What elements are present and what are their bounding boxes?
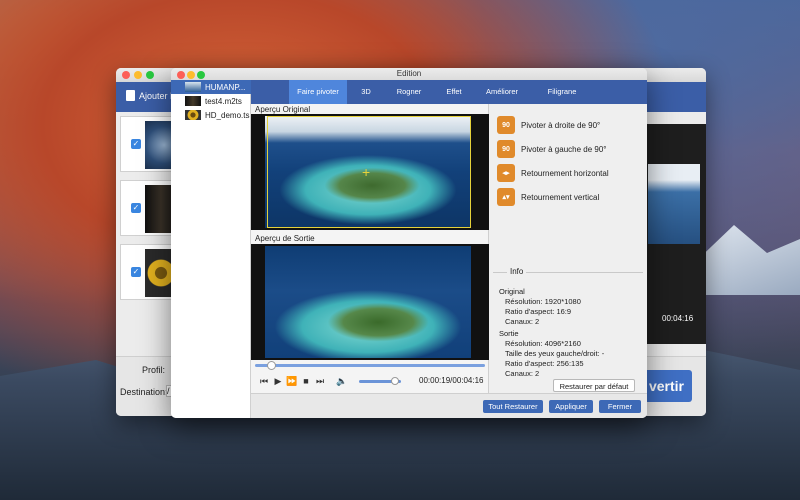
info-output-ratio: Ratio d'aspect: 256:135: [505, 359, 584, 368]
original-preview-label: Aperçu Original: [255, 105, 311, 114]
info-output-resolution: Résolution: 4096*2160: [505, 339, 581, 348]
rotate-left-90-icon: 90: [497, 140, 515, 158]
rotate-right-90-icon: 90: [497, 116, 515, 134]
info-original-channels: Canaux: 2: [505, 317, 540, 326]
skip-back-icon[interactable]: ⏮: [257, 376, 271, 387]
file-name: test4.m2ts: [205, 96, 242, 106]
rotate-right-button[interactable]: 90 Pivoter à droite de 90°: [497, 116, 600, 134]
file-thumbnail: [185, 82, 201, 92]
playback-controls: ⏮ ▶ ⏩ ■ ⏭ 🔈 00:00:19/00:04:16: [251, 372, 489, 390]
dialog-close-button[interactable]: [177, 71, 185, 79]
main-preview-panel: 00:04:16: [646, 124, 706, 344]
apply-button[interactable]: Appliquer: [549, 400, 593, 413]
profile-label: Profil:: [142, 365, 166, 375]
seek-bar[interactable]: [255, 361, 485, 370]
output-preview-label: Aperçu de Sortie: [255, 234, 315, 243]
volume-handle[interactable]: [390, 377, 399, 385]
tab-3d[interactable]: 3D: [349, 80, 383, 104]
info-output-eye-size: Taille des yeux gauche/droit: -: [505, 349, 605, 358]
info-title: Info: [507, 267, 527, 276]
info-original-ratio: Ratio d'aspect: 16:9: [505, 307, 572, 316]
rotate-panel: 90 Pivoter à droite de 90° 90 Pivoter à …: [489, 104, 647, 418]
sidebar-item-humanp[interactable]: HUMANP...: [171, 80, 251, 94]
edit-tab-bar: Faire pivoter 3D Rogner Effet Améliorer …: [251, 80, 647, 104]
dialog-button-bar: Tout Restaurer Appliquer Fermer: [251, 393, 647, 418]
add-file-icon: [126, 90, 135, 101]
file-list: ✓ ✓ ✓: [120, 116, 178, 356]
crosshair-icon[interactable]: +: [362, 165, 370, 179]
dialog-title: Edition: [396, 69, 422, 78]
flip-vertical-icon: ▴▾: [497, 188, 515, 206]
time-display: 00:00:19/00:04:16: [419, 376, 484, 385]
item-checkbox[interactable]: ✓: [131, 139, 141, 149]
minimize-window-button[interactable]: [134, 71, 142, 79]
rotate-right-label: Pivoter à droite de 90°: [521, 120, 601, 130]
destination-label: Destination:: [120, 387, 168, 397]
info-original-resolution: Résolution: 1920*1080: [505, 297, 581, 306]
fast-forward-icon[interactable]: ⏩: [285, 376, 299, 387]
file-name: HD_demo.ts: [205, 110, 250, 120]
preview-column: Aperçu Original + Aperçu de Sortie ⏮ ▶ ⏩…: [251, 104, 489, 418]
list-item[interactable]: ✓: [120, 244, 178, 300]
add-file-button[interactable]: Ajouter Fi: [126, 90, 178, 101]
zoom-window-button[interactable]: [146, 71, 154, 79]
dialog-zoom-button[interactable]: [197, 71, 205, 79]
item-checkbox[interactable]: ✓: [131, 267, 141, 277]
rotate-left-button[interactable]: 90 Pivoter à gauche de 90°: [497, 140, 606, 158]
dialog-title-bar: Edition: [171, 68, 647, 80]
skip-forward-icon[interactable]: ⏭: [313, 376, 327, 387]
sidebar-item-hd-demo[interactable]: HD_demo.ts: [171, 108, 251, 122]
snowy-peak: [690, 225, 800, 295]
dialog-minimize-button[interactable]: [187, 71, 195, 79]
edition-dialog: Edition HUMANP... test4.m2ts HD_demo.ts …: [171, 68, 647, 418]
main-preview-video: [648, 164, 700, 244]
restore-default-button[interactable]: Restaurer par défaut: [553, 379, 635, 392]
file-thumbnail: [185, 110, 201, 120]
list-item[interactable]: ✓: [120, 116, 178, 172]
close-button[interactable]: Fermer: [599, 400, 641, 413]
file-sidebar: HUMANP... test4.m2ts HD_demo.ts: [171, 80, 251, 418]
file-thumbnail: [185, 96, 201, 106]
tab-filigrane[interactable]: Filigrane: [537, 80, 587, 104]
main-preview-time: 00:04:16: [662, 314, 694, 323]
original-preview: +: [251, 114, 489, 230]
seek-handle[interactable]: [267, 361, 277, 370]
flip-horizontal-label: Retournement horizontal: [521, 168, 609, 178]
flip-vertical-button[interactable]: ▴▾ Retournement vertical: [497, 188, 599, 206]
flip-horizontal-icon: ◂▸: [497, 164, 515, 182]
play-icon[interactable]: ▶: [271, 376, 285, 387]
list-item[interactable]: ✓: [120, 180, 178, 236]
tab-faire-pivoter[interactable]: Faire pivoter: [289, 80, 347, 104]
volume-slider[interactable]: [359, 377, 401, 385]
info-original-label: Original: [499, 287, 525, 296]
volume-icon[interactable]: 🔈: [335, 376, 349, 387]
info-output-channels: Canaux: 2: [505, 369, 540, 378]
sidebar-item-test4[interactable]: test4.m2ts: [171, 94, 251, 108]
tab-effet[interactable]: Effet: [437, 80, 471, 104]
tab-rogner[interactable]: Rogner: [387, 80, 431, 104]
flip-horizontal-button[interactable]: ◂▸ Retournement horizontal: [497, 164, 609, 182]
info-section: Info Original Résolution: 1920*1080 Rati…: [493, 267, 643, 406]
output-preview: [251, 244, 489, 360]
close-window-button[interactable]: [122, 71, 130, 79]
info-output-label: Sortie: [499, 329, 519, 338]
rotate-left-label: Pivoter à gauche de 90°: [521, 144, 607, 154]
restore-all-button[interactable]: Tout Restaurer: [483, 400, 543, 413]
output-video-frame: [265, 246, 471, 358]
convert-label: vertir: [648, 378, 684, 394]
stop-icon[interactable]: ■: [299, 376, 313, 386]
flip-vertical-label: Retournement vertical: [521, 192, 600, 202]
tab-ameliorer[interactable]: Améliorer: [477, 80, 527, 104]
item-checkbox[interactable]: ✓: [131, 203, 141, 213]
file-name: HUMANP...: [205, 82, 246, 92]
